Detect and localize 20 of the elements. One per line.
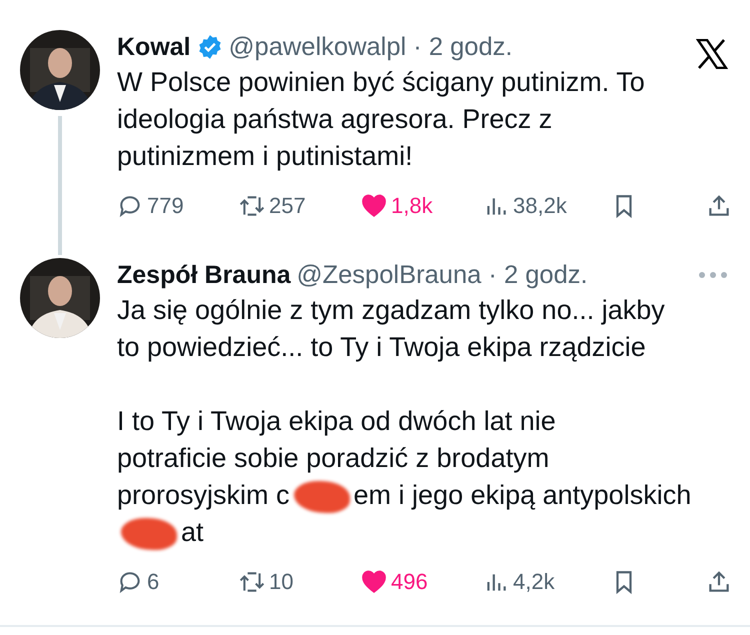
redaction-mark bbox=[121, 518, 177, 550]
views-button[interactable]: 4,2k bbox=[483, 569, 605, 595]
handle-and-time: @pawelkowalpl · 2 godz. bbox=[228, 32, 512, 62]
tweet-text: W Polsce powinien być ścigany putinizm. To ideologia państwa agresora. Precz z putinizmem i putinistami! bbox=[117, 66, 646, 173]
author-name[interactable]: Zespół Brauna bbox=[117, 260, 291, 290]
reply-button[interactable]: 779 bbox=[117, 193, 239, 219]
redaction-mark bbox=[294, 480, 350, 513]
tweet-text: I to Ty i Twoja ekipa od dwóch lat nie potraficie sobie poradzić z brodatym prorosyjskim c em i jego ekipą antypolskich at bbox=[117, 403, 732, 551]
heart-icon bbox=[361, 569, 387, 595]
handle-and-time: @ZespolBrauna · 2 godz. bbox=[296, 260, 588, 290]
reply-button[interactable]: 6 bbox=[117, 569, 239, 595]
heart-icon bbox=[361, 193, 387, 219]
like-button[interactable]: 1,8k bbox=[361, 193, 483, 219]
repost-button[interactable]: 257 bbox=[239, 193, 361, 219]
like-button[interactable]: 496 bbox=[361, 569, 483, 595]
tweet-text: Ja się ogólnie z tym zgadzam tylko no... jakby to powiedzieć... to Ty i Twoja ekipa rządzicie bbox=[117, 294, 666, 364]
repost-button[interactable]: 10 bbox=[239, 569, 361, 595]
views-button[interactable]: 38,2k bbox=[483, 193, 605, 219]
author-name[interactable]: Kowal bbox=[117, 32, 191, 62]
logo-icon[interactable] bbox=[696, 39, 728, 69]
